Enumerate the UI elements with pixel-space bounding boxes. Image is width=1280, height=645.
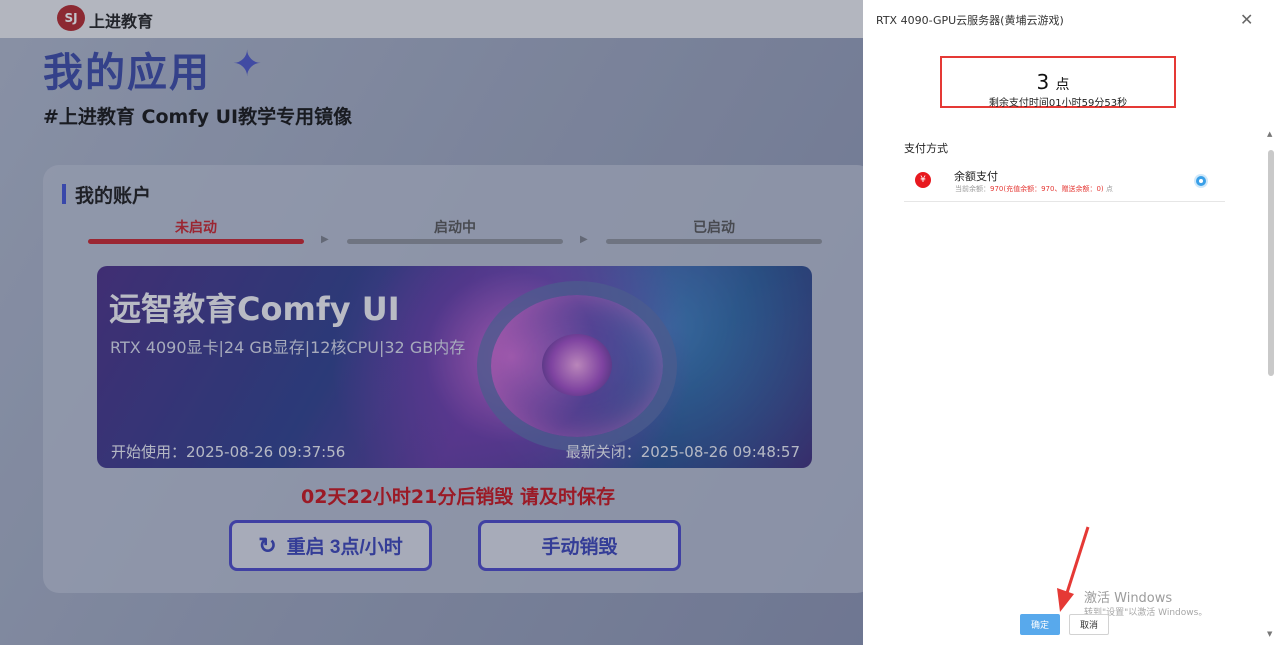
pay-method-balance[interactable]: ¥ 余额支付 当前余额：970(充值余额：970、赠送余额：0) 点 — [904, 162, 1225, 202]
confirm-button[interactable]: 确定 — [1020, 614, 1060, 635]
yuan-icon: ¥ — [915, 172, 931, 188]
modal-overlay[interactable] — [0, 0, 863, 645]
balance-detail: 970(充值余额：970、赠送余额：0) — [990, 185, 1104, 193]
balance-suffix: 点 — [1105, 185, 1113, 193]
close-icon[interactable]: ✕ — [1240, 10, 1253, 29]
pay-section-title: 支付方式 — [904, 142, 948, 155]
scrollbar-thumb[interactable] — [1268, 150, 1274, 376]
activation-watermark: 激活 Windows — [1084, 591, 1173, 606]
drawer-title: RTX 4090-GPU云服务器(黄埔云游戏) — [876, 14, 1064, 27]
scroll-up-icon[interactable]: ▲ — [1267, 130, 1272, 138]
price-box: 3 点 剩余支付时间01小时59分53秒 — [940, 56, 1176, 109]
payment-drawer: RTX 4090-GPU云服务器(黄埔云游戏) ✕ 3 点 剩余支付时间01小时… — [863, 0, 1280, 645]
price: 3 点 — [942, 70, 1164, 94]
price-value: 3 — [1036, 70, 1050, 94]
radio-selected-icon[interactable] — [1196, 176, 1206, 186]
balance-prefix: 当前余额： — [955, 185, 990, 193]
cancel-button[interactable]: 取消 — [1069, 614, 1109, 635]
pay-method-balance-text: 当前余额：970(充值余额：970、赠送余额：0) 点 — [955, 184, 1113, 194]
payment-countdown: 剩余支付时间01小时59分53秒 — [988, 98, 1128, 109]
price-unit: 点 — [1055, 77, 1070, 93]
scroll-down-icon[interactable]: ▼ — [1267, 630, 1272, 638]
pay-method-name: 余额支付 — [954, 170, 998, 183]
